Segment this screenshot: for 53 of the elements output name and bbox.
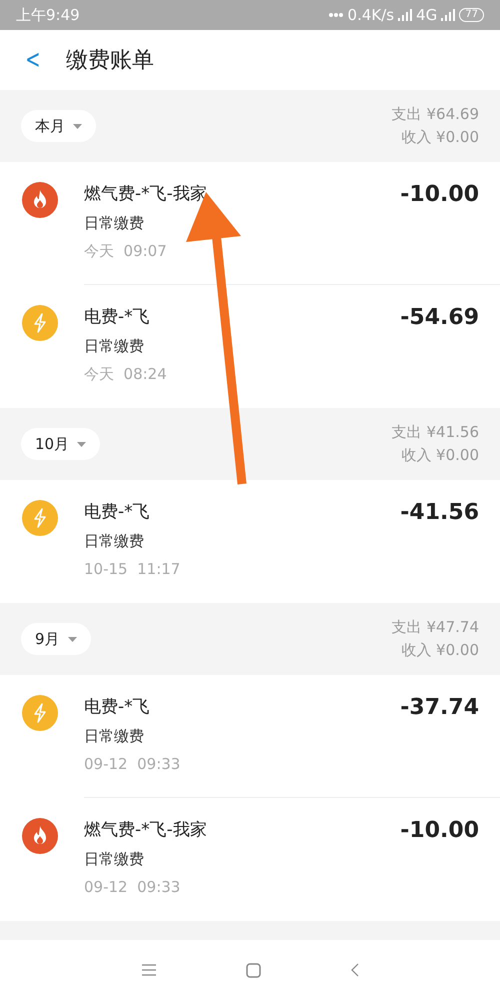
status-time: 上午9:49 [16,6,80,24]
bill-title: 燃气费-*飞-我家 [84,819,207,841]
caret-icon [68,636,77,642]
flame-icon [22,818,58,854]
bill-time: 09-12 09:33 [84,878,182,896]
bill-title: 电费-*飞 [84,306,151,328]
bill-amount: -41.56 [400,500,479,527]
caret-icon [77,442,86,446]
signal-icon [398,9,412,21]
bill-category: 日常缴费 [84,727,145,746]
bill-item[interactable]: 燃气费-*飞-我家 日常缴费 09-12 09:33 -10.00 [0,798,500,921]
income-total: 收入 ¥0.00 [401,128,479,147]
bill-title: 电费-*飞 [84,696,151,718]
bill-category: 日常缴费 [84,850,145,869]
signal-icon [441,9,456,21]
bill-category: 日常缴费 [84,214,145,233]
expense-total: 支出 ¥41.56 [392,423,479,442]
bill-time: 09-12 09:33 [84,755,180,773]
bill-time: 10-15 11:17 [84,560,180,578]
expense-total: 支出 ¥47.74 [392,618,479,637]
bill-amount: -37.74 [400,695,479,722]
bill-amount: -54.69 [400,305,479,332]
bill-category: 日常缴费 [84,337,145,356]
more-dots-icon [328,12,344,18]
page-title: 缴费账单 [66,47,154,75]
network-speed: 0.4K/s [348,6,394,24]
lightning-icon [22,305,58,341]
bill-time: 今天 09:07 [84,242,168,261]
income-total: 收入 ¥0.00 [401,641,479,660]
bill-time: 今天 08:24 [84,365,167,384]
bill-category: 日常缴费 [84,532,145,551]
income-total: 收入 ¥0.00 [401,446,479,465]
flame-icon [22,182,58,218]
bill-amount: -10.00 [400,818,479,845]
battery-indicator: 77 [459,8,484,22]
expense-total: 支出 ¥64.69 [392,105,479,124]
back-icon[interactable] [350,963,358,977]
bill-title: 燃气费-*飞-我家 [84,183,207,205]
bill-item[interactable]: 电费-*飞 日常缴费 今天 08:24 -54.69 [0,285,500,408]
home-icon[interactable] [246,962,260,978]
bill-item[interactable]: 电费-*飞 日常缴费 10-15 11:17 -41.56 [0,480,500,603]
bill-amount: -10.00 [400,182,479,209]
back-button[interactable]: < [21,45,45,75]
month-dropdown[interactable]: 本月 [21,110,96,142]
menu-icon[interactable] [142,964,156,976]
month-dropdown[interactable]: 10月 [21,428,100,460]
lightning-icon [22,500,58,536]
lightning-icon [22,695,58,731]
month-dropdown[interactable]: 9月 [21,623,91,655]
bill-item[interactable]: 电费-*飞 日常缴费 09-12 09:33 -37.74 [0,675,500,798]
network-type: 4G [416,6,438,24]
bill-title: 电费-*飞 [84,501,151,523]
caret-icon [73,124,82,128]
